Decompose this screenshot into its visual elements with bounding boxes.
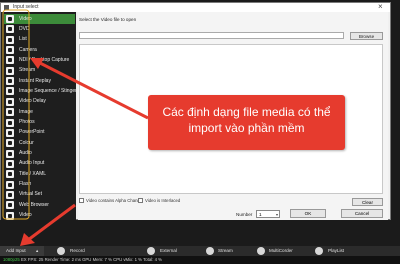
input-type-list: Video DVD List Camera NDI / Desktop Capture S… — [1, 12, 77, 221]
input-type-icon — [6, 170, 14, 179]
input-type-item[interactable]: Video — [4, 14, 75, 25]
input-type-label: Title / XAML — [19, 170, 47, 177]
input-type-item[interactable]: Stream — [4, 66, 75, 76]
input-type-label: Audio Input — [19, 160, 45, 167]
input-type-icon — [6, 128, 14, 137]
input-type-icon — [6, 66, 14, 75]
arrow-head-icon — [20, 233, 35, 246]
cancel-button[interactable]: Cancel — [341, 209, 383, 218]
status-text: 1080p25 EX FPS: 25 Render Time: 2 ms GPU… — [3, 257, 162, 262]
annotation-text: Các định dạng file media có thể import v… — [162, 105, 331, 135]
input-type-icon — [6, 211, 14, 220]
input-type-icon — [6, 118, 14, 127]
record-button[interactable]: Record — [70, 248, 85, 253]
input-type-label: Video Delay — [19, 98, 46, 105]
input-type-icon — [6, 77, 14, 86]
input-type-icon — [6, 25, 14, 34]
browse-button[interactable]: Browse — [350, 32, 383, 40]
gear-icon[interactable] — [257, 247, 265, 255]
input-type-icon — [6, 190, 14, 199]
input-type-label: Instant Replay — [19, 77, 51, 84]
number-label: Number — [236, 212, 253, 217]
alpha-checkbox-label: Video contains Alpha Channel — [86, 198, 144, 203]
interlaced-checkbox-label: Video is Interlaced — [145, 198, 181, 203]
file-path-input[interactable] — [79, 32, 344, 39]
gear-icon[interactable] — [147, 247, 155, 255]
input-type-label: PowerPoint — [19, 129, 45, 136]
input-type-item[interactable]: Title / XAML — [4, 169, 75, 179]
input-type-icon — [6, 139, 14, 148]
app-icon — [4, 4, 9, 10]
dialog-title: Input select — [13, 4, 39, 10]
external-button[interactable]: External — [160, 248, 177, 253]
input-type-item[interactable]: Video Delay — [4, 97, 75, 107]
interlaced-checkbox[interactable] — [138, 198, 143, 203]
input-type-label: Virtual Set — [19, 191, 42, 198]
input-type-label: Video — [19, 15, 32, 22]
input-type-item[interactable]: Video — [4, 211, 75, 221]
stream-button[interactable]: Stream — [218, 248, 233, 253]
gear-icon[interactable] — [315, 247, 323, 255]
ok-button[interactable]: OK — [290, 209, 326, 218]
input-type-item[interactable]: Photos — [4, 118, 75, 128]
add-input-label: Add Input — [6, 248, 26, 253]
input-type-icon — [6, 35, 14, 44]
input-type-item[interactable]: Camera — [4, 45, 75, 55]
input-type-icon — [6, 56, 14, 65]
input-type-icon — [6, 159, 14, 168]
performance-stats: EX FPS: 25 Render Time: 2 ms GPU Mem: 7 … — [20, 257, 162, 262]
input-type-icon — [6, 87, 14, 96]
playlist-button[interactable]: PlayList — [328, 248, 344, 253]
input-type-item[interactable]: Flash — [4, 180, 75, 190]
input-type-item[interactable]: Image Sequence / Stinger — [4, 86, 77, 96]
input-type-item[interactable]: Virtual Set — [4, 190, 75, 200]
input-type-label: NDI / Desktop Capture — [19, 56, 70, 63]
file-prompt: Select the Video file to open — [79, 17, 137, 22]
input-type-icon — [6, 46, 14, 55]
input-type-label: Camera — [19, 46, 37, 53]
input-type-icon — [6, 201, 14, 210]
input-type-item[interactable]: Image — [4, 107, 75, 117]
input-type-icon — [6, 15, 14, 23]
add-input-button[interactable]: Add Input ▴ — [0, 246, 44, 256]
input-type-label: Video — [19, 212, 32, 219]
input-type-icon — [6, 108, 14, 117]
input-type-item[interactable]: NDI / Desktop Capture — [4, 55, 75, 65]
number-value: 1 — [259, 212, 262, 217]
input-type-label: Image Sequence / Stinger — [19, 87, 77, 94]
gear-icon[interactable] — [206, 247, 214, 255]
input-type-item[interactable]: List — [4, 35, 75, 45]
input-type-label: Photos — [19, 119, 35, 125]
number-select[interactable]: 1 ▾ — [256, 210, 280, 218]
input-type-icon — [6, 149, 14, 158]
input-type-label: Web Browser — [19, 201, 49, 208]
input-type-item[interactable]: Instant Replay — [4, 76, 75, 86]
input-type-label: List — [19, 36, 27, 43]
gear-icon[interactable] — [57, 247, 65, 255]
input-type-item[interactable]: Audio — [4, 149, 75, 159]
input-type-label: Stream — [19, 67, 36, 74]
input-type-label: Flash — [19, 181, 32, 188]
alpha-checkbox[interactable] — [79, 198, 84, 203]
clear-button[interactable]: Clear — [352, 198, 383, 206]
chevron-down-icon: ▾ — [275, 212, 278, 217]
input-type-item[interactable]: Audio Input — [4, 159, 75, 169]
input-type-label: Audio — [19, 150, 32, 157]
close-icon[interactable]: × — [378, 2, 383, 12]
input-type-icon — [6, 97, 14, 106]
input-type-item[interactable]: Web Browser — [4, 200, 75, 210]
input-type-item[interactable]: DVD — [4, 24, 75, 34]
input-type-item[interactable]: Colour — [4, 138, 75, 148]
input-type-item[interactable]: PowerPoint — [4, 128, 75, 138]
chevron-up-icon: ▴ — [36, 248, 39, 253]
dialog-titlebar: Input select × — [1, 2, 390, 12]
input-type-icon — [6, 180, 14, 189]
resolution-label: 1080p25 — [3, 257, 20, 262]
input-type-label: Image — [19, 108, 33, 115]
multicorder-button[interactable]: MultiCorder — [269, 248, 293, 253]
input-type-label: Colour — [19, 139, 34, 146]
input-type-label: DVD — [19, 25, 30, 32]
